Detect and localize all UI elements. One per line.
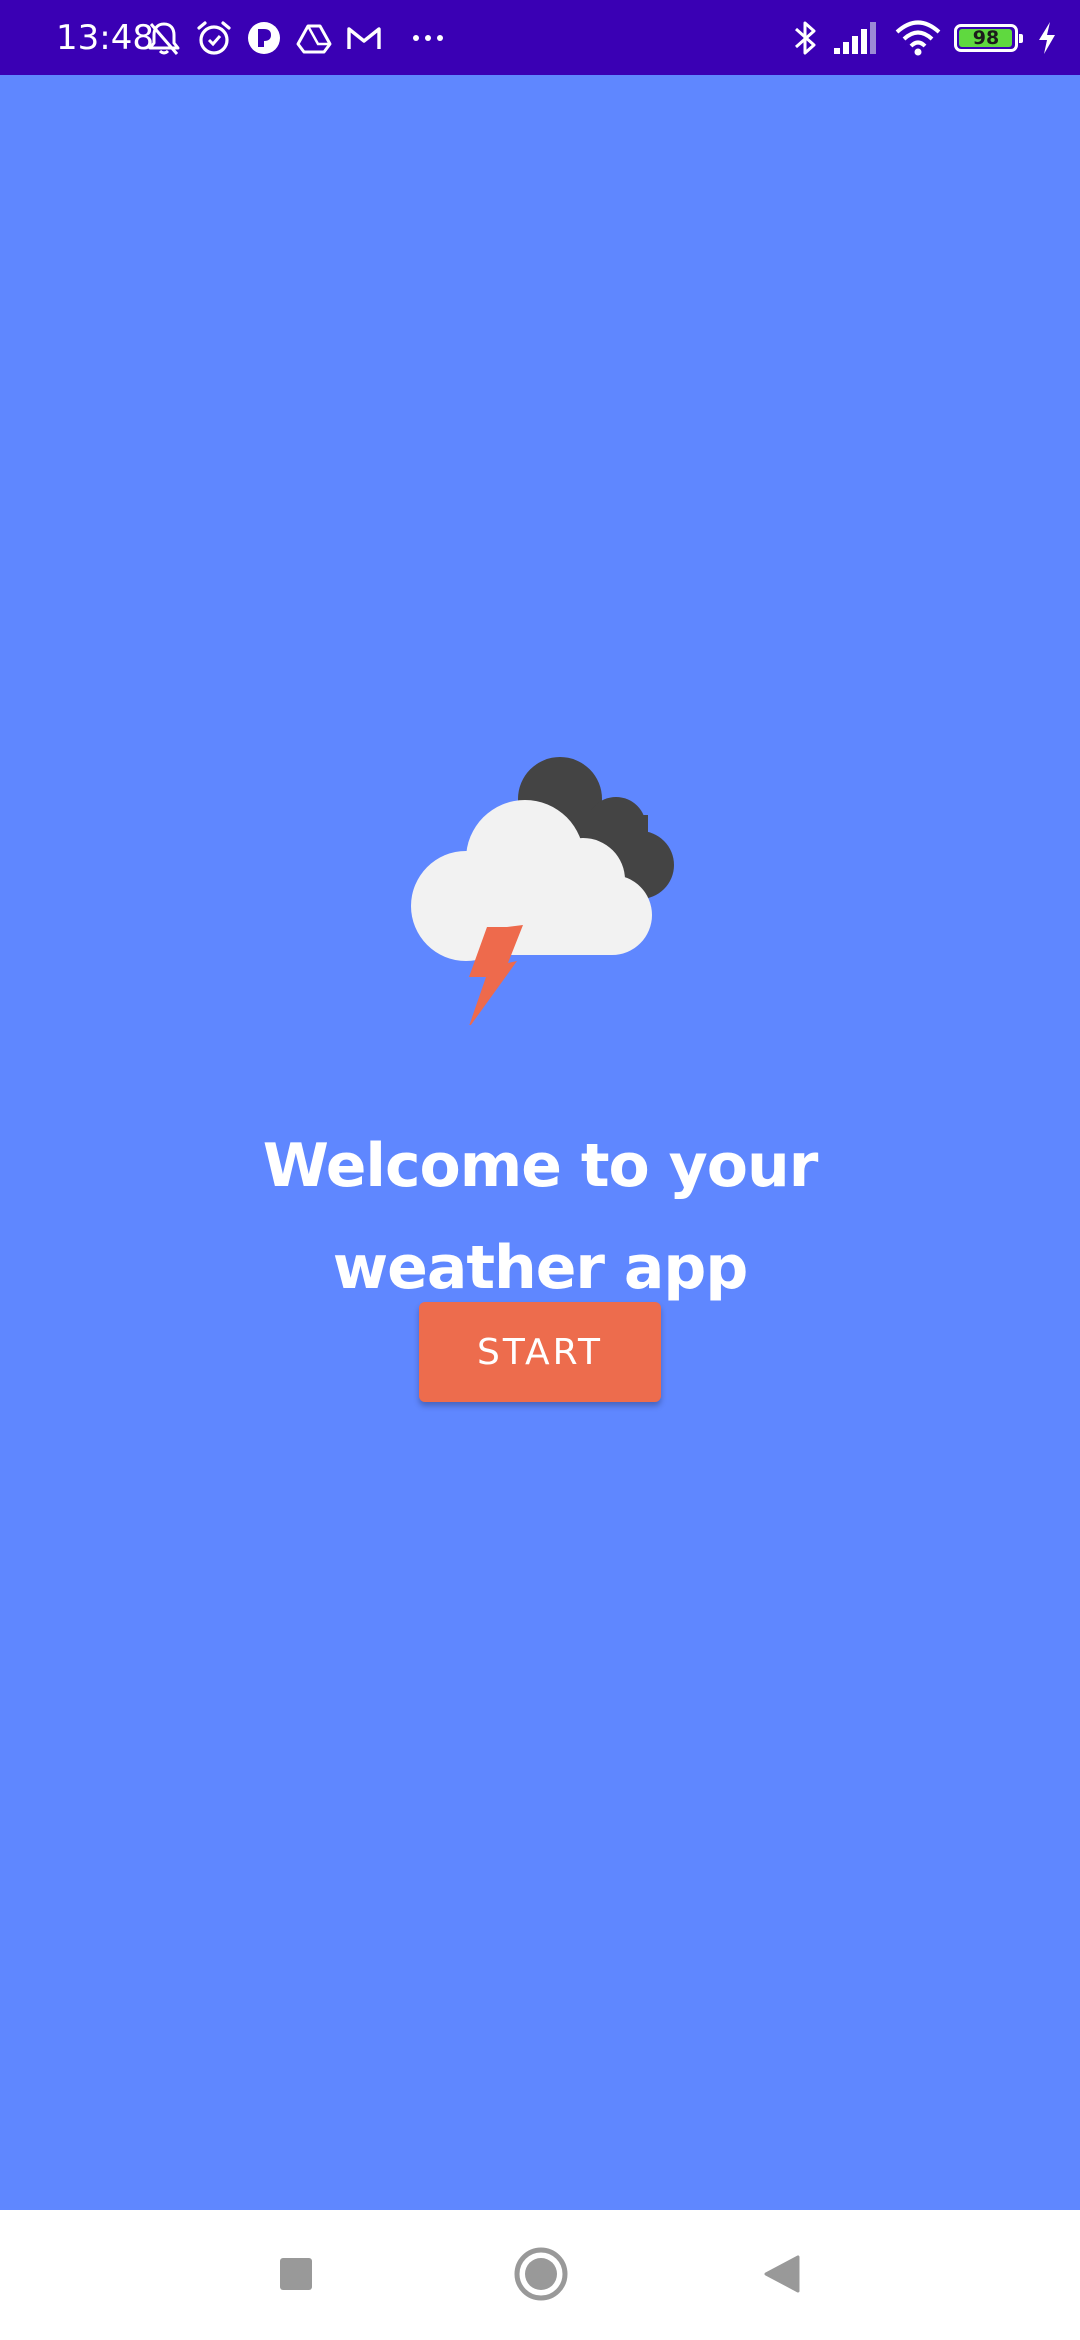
bell-muted-icon <box>144 18 184 58</box>
navigation-bar <box>0 2210 1080 2340</box>
drive-icon <box>294 18 334 58</box>
welcome-title: Welcome to your weather app <box>262 1131 819 1303</box>
welcome-screen: Welcome to your weather app START <box>0 75 1080 2210</box>
battery-level-text: 98 <box>972 26 1000 49</box>
system-icons: 98 <box>790 0 1058 75</box>
start-button[interactable]: START <box>419 1302 661 1402</box>
notification-icons <box>144 0 448 75</box>
back-button[interactable] <box>722 2210 842 2340</box>
thunderstorm-cloud-icon <box>398 715 682 1029</box>
battery-icon: 98 <box>954 23 1023 52</box>
recents-square-icon <box>278 2256 314 2295</box>
home-circle-icon <box>513 2246 569 2305</box>
signal-icon <box>832 20 882 56</box>
charging-icon <box>1036 20 1058 56</box>
gmail-icon <box>344 18 384 58</box>
bluetooth-icon <box>790 17 820 59</box>
home-button[interactable] <box>481 2210 601 2340</box>
alarm-icon <box>194 18 234 58</box>
app-p-icon <box>244 18 284 58</box>
recents-button[interactable] <box>236 2210 356 2340</box>
status-time: 13:48 <box>56 18 154 58</box>
more-dots-icon <box>408 18 448 58</box>
back-triangle-icon <box>762 2254 802 2297</box>
wifi-icon <box>894 19 942 57</box>
status-bar: 13:48 98 <box>0 0 1080 75</box>
